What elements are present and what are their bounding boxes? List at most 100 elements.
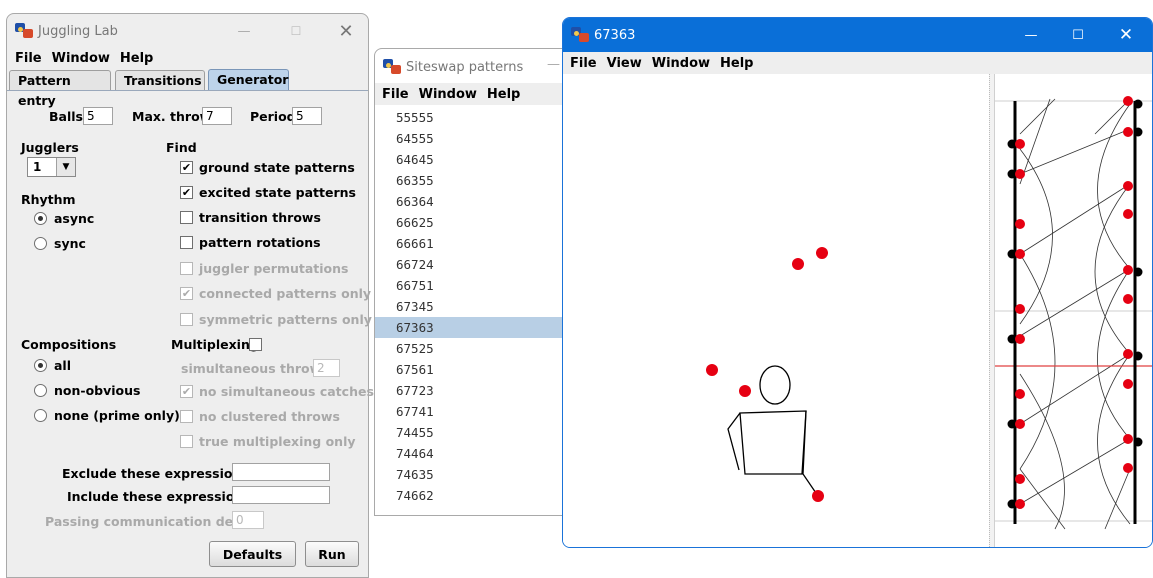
title-bar[interactable]: Juggling Lab — ☐ ✕ <box>7 14 368 48</box>
checkbox-no-clustered-throws[interactable] <box>180 410 193 423</box>
radio-async[interactable] <box>34 212 47 225</box>
juggler-head <box>759 365 791 405</box>
menu-file[interactable]: File <box>570 56 597 71</box>
checkbox-no-simultaneous-catches[interactable]: ✔ <box>180 385 193 398</box>
checkbox-pattern-rotations[interactable] <box>180 236 193 249</box>
chevron-down-icon[interactable]: ▼ <box>56 158 75 176</box>
list-item[interactable]: 67723 <box>375 380 569 401</box>
juggler-body <box>739 410 807 475</box>
include-field[interactable] <box>232 486 330 504</box>
list-item[interactable]: 66625 <box>375 212 569 233</box>
menu-window[interactable]: Window <box>419 87 477 102</box>
checkbox-transition-throws[interactable] <box>180 211 193 224</box>
juggler-left-arm <box>727 412 741 471</box>
list-item[interactable]: 66364 <box>375 191 569 212</box>
ladder-diagram[interactable] <box>994 74 1152 547</box>
list-item[interactable]: 74635 <box>375 464 569 485</box>
list-item[interactable]: 67345 <box>375 296 569 317</box>
tab-pattern-entry[interactable]: Pattern entry <box>9 70 111 108</box>
list-item[interactable]: 66355 <box>375 170 569 191</box>
balls-field[interactable]: 5 <box>83 107 113 125</box>
ball <box>812 490 824 502</box>
radio-compositions-all[interactable] <box>34 359 47 372</box>
max-throw-field[interactable]: 7 <box>202 107 232 125</box>
simultaneous-throws-field[interactable]: 2 <box>313 359 340 377</box>
juggling-lab-icon <box>383 59 401 75</box>
menu-bar: File Window Help <box>7 47 368 69</box>
exclude-field[interactable] <box>232 463 330 481</box>
list-item[interactable]: 66751 <box>375 275 569 296</box>
menu-window[interactable]: Window <box>52 51 110 66</box>
maximize-icon[interactable]: ☐ <box>273 14 319 48</box>
delay-field[interactable]: 0 <box>232 511 264 529</box>
compositions-all-label: all <box>54 358 72 373</box>
tab-transitions[interactable]: Transitions <box>115 70 205 90</box>
ladder-svg <box>995 96 1152 530</box>
juggling-lab-window: Juggling Lab — ☐ ✕ File Window Help Patt… <box>6 13 374 578</box>
include-label: Include these expressions <box>67 489 251 504</box>
animation-canvas[interactable] <box>563 74 989 547</box>
balls-label: Balls <box>49 109 83 124</box>
exclude-label: Exclude these expressions <box>62 466 249 481</box>
window-title: 67363 <box>594 27 636 43</box>
juggler-right-arm <box>802 410 819 497</box>
no-clustered-throws-label: no clustered throws <box>199 409 340 424</box>
list-item[interactable]: 67561 <box>375 359 569 380</box>
checkbox-connected-only[interactable]: ✔ <box>180 287 193 300</box>
window-title: Juggling Lab <box>38 23 118 39</box>
radio-compositions-prime[interactable] <box>34 409 47 422</box>
delay-label: Passing communication delay <box>45 514 254 529</box>
ground-state-label: ground state patterns <box>199 160 355 175</box>
list-item[interactable]: 74455 <box>375 422 569 443</box>
list-item[interactable]: 74662 <box>375 485 569 506</box>
list-item[interactable]: 66661 <box>375 233 569 254</box>
list-item[interactable]: 67525 <box>375 338 569 359</box>
menu-view[interactable]: View <box>607 56 642 71</box>
maximize-icon[interactable]: ☐ <box>1055 18 1101 52</box>
menu-window[interactable]: Window <box>652 56 710 71</box>
rhythm-label: Rhythm <box>21 192 76 207</box>
run-button[interactable]: Run <box>305 541 359 567</box>
menu-file[interactable]: File <box>15 51 42 66</box>
jugglers-select[interactable]: 1 ▼ <box>27 157 76 177</box>
compositions-prime-label: none (prime only) <box>54 408 180 423</box>
menu-file[interactable]: File <box>382 87 409 102</box>
title-bar[interactable]: Siteswap patterns — <box>375 49 569 85</box>
ball <box>739 385 751 397</box>
multiplexing-label: Multiplexing <box>171 337 259 352</box>
close-icon[interactable]: ✕ <box>1103 18 1149 52</box>
list-item[interactable]: 67741 <box>375 401 569 422</box>
list-item[interactable]: 74464 <box>375 443 569 464</box>
period-field[interactable]: 5 <box>292 107 322 125</box>
jugglers-value: 1 <box>33 160 42 174</box>
list-item[interactable]: 55555 <box>375 107 569 128</box>
animation-window: 67363 — ☐ ✕ File View Window Help <box>562 17 1153 548</box>
checkbox-symmetric-only[interactable] <box>180 313 193 326</box>
minimize-icon[interactable]: — <box>1008 18 1054 52</box>
list-item[interactable]: 67363 <box>375 317 569 338</box>
checkbox-multiplexing[interactable] <box>249 338 262 351</box>
checkbox-excited-state[interactable]: ✔ <box>180 186 193 199</box>
menu-help[interactable]: Help <box>487 87 520 102</box>
max-throw-label: Max. throw <box>132 109 212 124</box>
list-item[interactable]: 64645 <box>375 149 569 170</box>
list-item[interactable]: 66724 <box>375 254 569 275</box>
generator-panel: Balls 5 Max. throw 7 Period 5 Jugglers 1… <box>7 90 374 577</box>
radio-sync[interactable] <box>34 237 47 250</box>
pattern-list[interactable]: 55555 64555 64645 66355 66364 66625 66661 66724… <box>375 107 569 506</box>
list-item[interactable]: 64555 <box>375 128 569 149</box>
checkbox-ground-state[interactable]: ✔ <box>180 161 193 174</box>
radio-compositions-non-obvious[interactable] <box>34 384 47 397</box>
checkbox-juggler-permutations[interactable] <box>180 262 193 275</box>
close-icon[interactable]: ✕ <box>323 14 369 48</box>
menu-help[interactable]: Help <box>120 51 153 66</box>
menu-help[interactable]: Help <box>720 56 753 71</box>
tab-generator[interactable]: Generator <box>208 69 289 91</box>
defaults-button[interactable]: Defaults <box>209 541 296 567</box>
minimize-icon[interactable]: — <box>547 57 560 72</box>
juggling-lab-icon <box>15 23 33 39</box>
minimize-icon[interactable]: — <box>221 14 267 48</box>
ball <box>792 258 804 270</box>
checkbox-true-multiplexing[interactable] <box>180 435 193 448</box>
title-bar[interactable]: 67363 — ☐ ✕ <box>563 18 1152 52</box>
